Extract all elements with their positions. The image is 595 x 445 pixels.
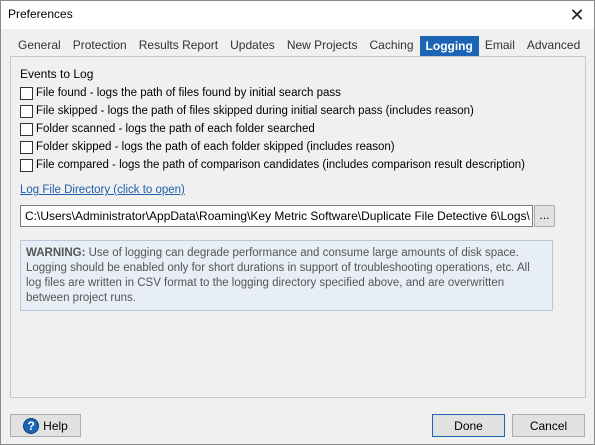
cancel-button[interactable]: Cancel — [512, 414, 585, 437]
done-button[interactable]: Done — [432, 414, 505, 437]
browse-button[interactable]: ... — [534, 205, 555, 227]
tab-general[interactable]: General — [12, 36, 67, 55]
help-label: Help — [43, 418, 68, 433]
event-folder-skipped[interactable]: Folder skipped - logs the path of each f… — [20, 139, 395, 155]
log-directory-field[interactable]: C:\Users\Administrator\AppData\Roaming\K… — [20, 205, 533, 227]
tab-advanced[interactable]: Advanced — [521, 36, 586, 55]
tab-strip: General Protection Results Report Update… — [12, 36, 586, 56]
title-bar: Preferences ✕ — [1, 1, 594, 29]
file-found-checkbox[interactable] — [20, 86, 33, 100]
preferences-window: Preferences ✕ General Protection Results… — [0, 0, 595, 445]
warning-title: WARNING: — [26, 247, 86, 259]
folder-skipped-checkbox[interactable] — [20, 140, 33, 154]
event-file-found[interactable]: File found - logs the path of files foun… — [20, 85, 341, 101]
help-icon: ? — [23, 417, 40, 434]
tab-results-report[interactable]: Results Report — [133, 36, 224, 55]
file-found-label: File found - logs the path of files foun… — [36, 87, 341, 99]
file-skipped-label: File skipped - logs the path of files sk… — [36, 105, 474, 117]
close-icon: ✕ — [569, 4, 585, 25]
tab-updates[interactable]: Updates — [224, 36, 281, 55]
event-folder-scanned[interactable]: Folder scanned - logs the path of each f… — [20, 121, 315, 137]
events-to-log-label: Events to Log — [20, 67, 94, 81]
folder-scanned-checkbox[interactable] — [20, 122, 33, 136]
logging-panel: Events to Log File found - logs the path… — [10, 56, 586, 398]
tab-email[interactable]: Email — [479, 36, 521, 55]
event-file-skipped[interactable]: File skipped - logs the path of files sk… — [20, 103, 474, 119]
file-skipped-checkbox[interactable] — [20, 104, 33, 118]
tab-new-projects[interactable]: New Projects — [281, 36, 364, 55]
help-button[interactable]: ? Help — [10, 414, 81, 437]
tab-protection[interactable]: Protection — [67, 36, 133, 55]
file-compared-label: File compared - logs the path of compari… — [36, 159, 525, 171]
warning-box: WARNING: Use of logging can degrade perf… — [20, 240, 553, 311]
window-title: Preferences — [8, 7, 73, 21]
event-file-compared[interactable]: File compared - logs the path of compari… — [20, 157, 525, 173]
tab-logging[interactable]: Logging — [419, 36, 479, 56]
folder-scanned-label: Folder scanned - logs the path of each f… — [36, 123, 315, 135]
warning-text: Use of logging can degrade performance a… — [26, 247, 530, 304]
close-button[interactable]: ✕ — [560, 1, 594, 29]
tab-caching[interactable]: Caching — [364, 36, 420, 55]
log-file-directory-link[interactable]: Log File Directory (click to open) — [20, 184, 185, 196]
folder-skipped-label: Folder skipped - logs the path of each f… — [36, 141, 395, 153]
file-compared-checkbox[interactable] — [20, 158, 33, 172]
